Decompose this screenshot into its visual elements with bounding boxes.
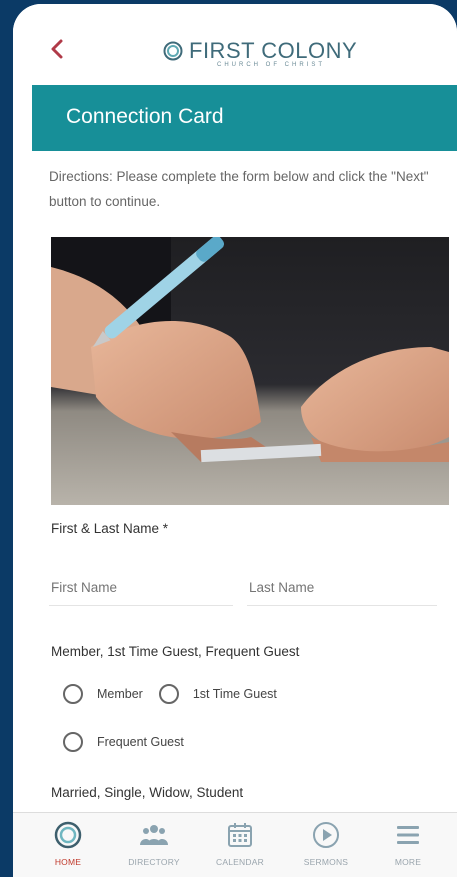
- tab-home-label: HOME: [54, 857, 82, 867]
- calendar-icon: [228, 823, 252, 847]
- first-time-guest-radio[interactable]: [158, 684, 179, 704]
- brand-name: FIRST COLONY: [189, 38, 358, 63]
- app-screen: FIRST COLONY CHURCH OF CHRIST Connection…: [13, 4, 457, 877]
- tab-more[interactable]: MORE: [373, 821, 443, 867]
- back-arrow-icon[interactable]: [47, 38, 69, 60]
- frequent-guest-label: Frequent Guest: [97, 735, 184, 749]
- member-label: Member: [97, 687, 143, 701]
- people-icon: [140, 825, 168, 845]
- frequent-guest-radio[interactable]: [63, 732, 83, 752]
- home-logo-icon: [54, 821, 82, 849]
- tab-more-label: MORE: [394, 857, 422, 867]
- play-circle-icon: [313, 822, 339, 848]
- tab-directory[interactable]: DIRECTORY: [119, 821, 189, 867]
- tab-sermons-label: SERMONS: [303, 857, 349, 867]
- menu-icon: [397, 826, 419, 844]
- church-logo-icon: [163, 41, 183, 61]
- member-radio[interactable]: [63, 684, 83, 704]
- tab-sermons[interactable]: SERMONS: [291, 821, 361, 867]
- guest-options-row: Member 1st Time Guest: [63, 684, 293, 704]
- last-name-input[interactable]: [247, 569, 437, 606]
- first-name-input[interactable]: [49, 569, 233, 606]
- page-title-bar: Connection Card: [32, 85, 457, 151]
- bottom-tab-bar: HOME DIRECTORY CALENDAR SERMONS MORE: [13, 812, 457, 877]
- writing-hands-photo: [51, 237, 449, 505]
- frequent-guest-row: Frequent Guest: [63, 732, 200, 752]
- status-question-label: Married, Single, Widow, Student: [51, 785, 244, 800]
- name-field-label: First & Last Name *: [51, 521, 169, 536]
- brand-subtitle: CHURCH OF CHRIST: [217, 62, 325, 68]
- brand-logo: FIRST COLONY CHURCH OF CHRIST: [163, 38, 358, 68]
- first-time-guest-label: 1st Time Guest: [192, 687, 277, 701]
- tab-calendar-label: CALENDAR: [216, 857, 264, 867]
- tab-directory-label: DIRECTORY: [128, 857, 180, 867]
- tab-calendar[interactable]: CALENDAR: [205, 821, 275, 867]
- guest-question-label: Member, 1st Time Guest, Frequent Guest: [51, 644, 300, 659]
- top-bar: FIRST COLONY CHURCH OF CHRIST: [13, 4, 457, 84]
- directions-text: Directions: Please complete the form bel…: [49, 169, 429, 209]
- page-title: Connection Card: [66, 105, 224, 128]
- tab-home[interactable]: HOME: [33, 821, 103, 867]
